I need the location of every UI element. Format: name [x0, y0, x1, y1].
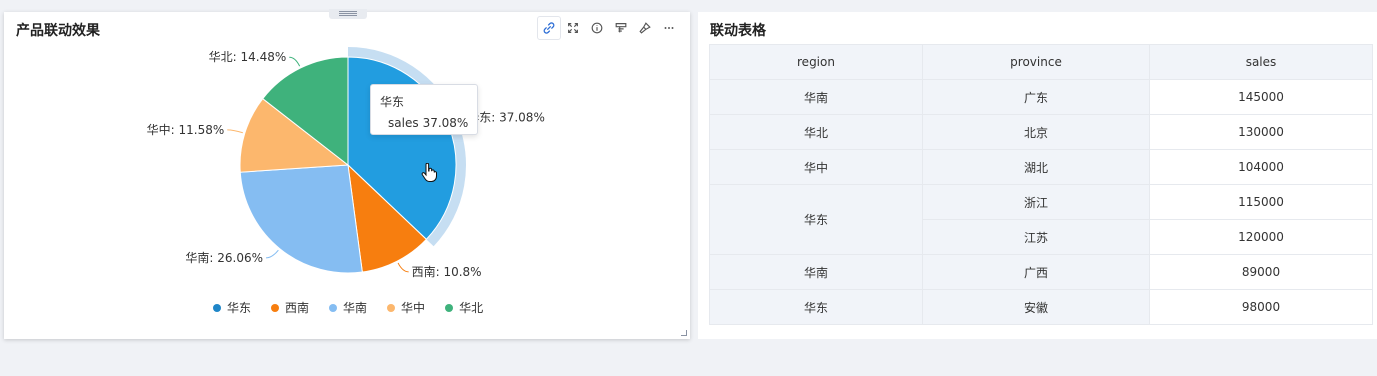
cell-sales: 98000	[1149, 289, 1373, 325]
legend-dot	[329, 303, 338, 312]
cell-region: 华东	[709, 184, 923, 255]
legend-item[interactable]: 西南	[271, 299, 309, 316]
table-row[interactable]: 华南 广西 89000	[709, 254, 1373, 290]
linked-table: region province sales 华南 广东 145000 华北 北京…	[709, 44, 1373, 325]
cell-sales: 120000	[1149, 219, 1373, 255]
chart-tooltip: 华东 sales 37.08%	[370, 84, 478, 135]
tooltip-title: 华东	[380, 95, 405, 109]
legend-item[interactable]: 华中	[387, 299, 425, 316]
label-leader-line	[266, 249, 279, 259]
card-title: 联动表格	[710, 23, 766, 39]
legend-item[interactable]: 华东	[213, 299, 251, 316]
hand-cursor-icon	[421, 162, 437, 187]
pie-chart-card: 产品联动效果 华东: 37.08% 西南: 10.8% 华南: 26.06% 华…	[4, 9, 690, 339]
cell-province: 江苏	[922, 219, 1150, 255]
table-header-row: region province sales	[709, 44, 1373, 80]
cell-province: 浙江	[922, 184, 1150, 220]
chart-legend: 华东 西南 华南 华中 华北	[213, 299, 503, 316]
table-row[interactable]: 华东 浙江 115000	[709, 184, 1373, 255]
table-row[interactable]: 华北 北京 130000	[709, 114, 1373, 150]
label-leader-line	[289, 56, 301, 67]
pie-slice-label: 华东: 37.08%	[467, 111, 545, 125]
label-leader-line	[227, 129, 243, 134]
legend-label: 西南	[285, 301, 310, 315]
pie-slice-label: 华中: 11.58%	[147, 122, 225, 137]
table-row[interactable]: 华东 安徽 98000	[709, 289, 1373, 325]
legend-dot	[387, 303, 396, 312]
cell-sales: 115000	[1149, 184, 1373, 220]
table-row[interactable]: 华中 湖北 104000	[709, 149, 1373, 185]
table-card: 联动表格 region province sales 华南 广东 145000 …	[698, 12, 1377, 339]
tooltip-value: 37.08%	[422, 116, 469, 130]
cell-region: 华南	[709, 79, 923, 115]
cell-sales: 145000	[1149, 79, 1373, 115]
legend-dot	[213, 303, 221, 312]
cell-region: 华东	[709, 289, 923, 325]
legend-item[interactable]: 华南	[329, 299, 367, 316]
legend-dot	[271, 303, 280, 312]
cell-province: 广西	[922, 254, 1150, 290]
cell-sales: 130000	[1149, 114, 1373, 150]
tooltip-series-name: sales	[388, 116, 419, 130]
legend-label: 华东	[227, 301, 252, 315]
legend-label: 华南	[343, 301, 368, 315]
column-header-region[interactable]: region	[709, 44, 923, 80]
pie-slice-label: 华北: 14.48%	[209, 50, 287, 64]
cell-province: 安徽	[922, 289, 1150, 325]
cell-region: 华北	[709, 114, 923, 150]
tooltip-row: sales 37.08%	[380, 116, 468, 130]
legend-label: 华北	[459, 301, 484, 315]
legend-label: 华中	[401, 301, 426, 315]
cell-region: 华南	[709, 254, 923, 290]
cell-sales: 104000	[1149, 149, 1373, 185]
column-header-province[interactable]: province	[922, 44, 1150, 80]
pie-chart: 华东: 37.08% 西南: 10.8% 华南: 26.06% 华中: 11.58% 华…	[147, 47, 545, 279]
cell-sales: 89000	[1149, 254, 1373, 290]
legend-item[interactable]: 华北	[445, 299, 483, 316]
cell-province: 广东	[922, 79, 1150, 115]
legend-dot	[445, 303, 454, 312]
cell-region: 华中	[709, 149, 923, 185]
label-leader-line	[397, 262, 409, 273]
cell-province: 北京	[922, 114, 1150, 150]
column-header-sales[interactable]: sales	[1149, 44, 1373, 80]
table-row[interactable]: 华南 广东 145000	[709, 79, 1373, 115]
pie-slice-label: 华南: 26.06%	[185, 250, 263, 265]
pie-slice-label: 西南: 10.8%	[412, 264, 482, 279]
cell-province: 湖北	[922, 149, 1150, 185]
resize-handle[interactable]	[681, 330, 687, 336]
